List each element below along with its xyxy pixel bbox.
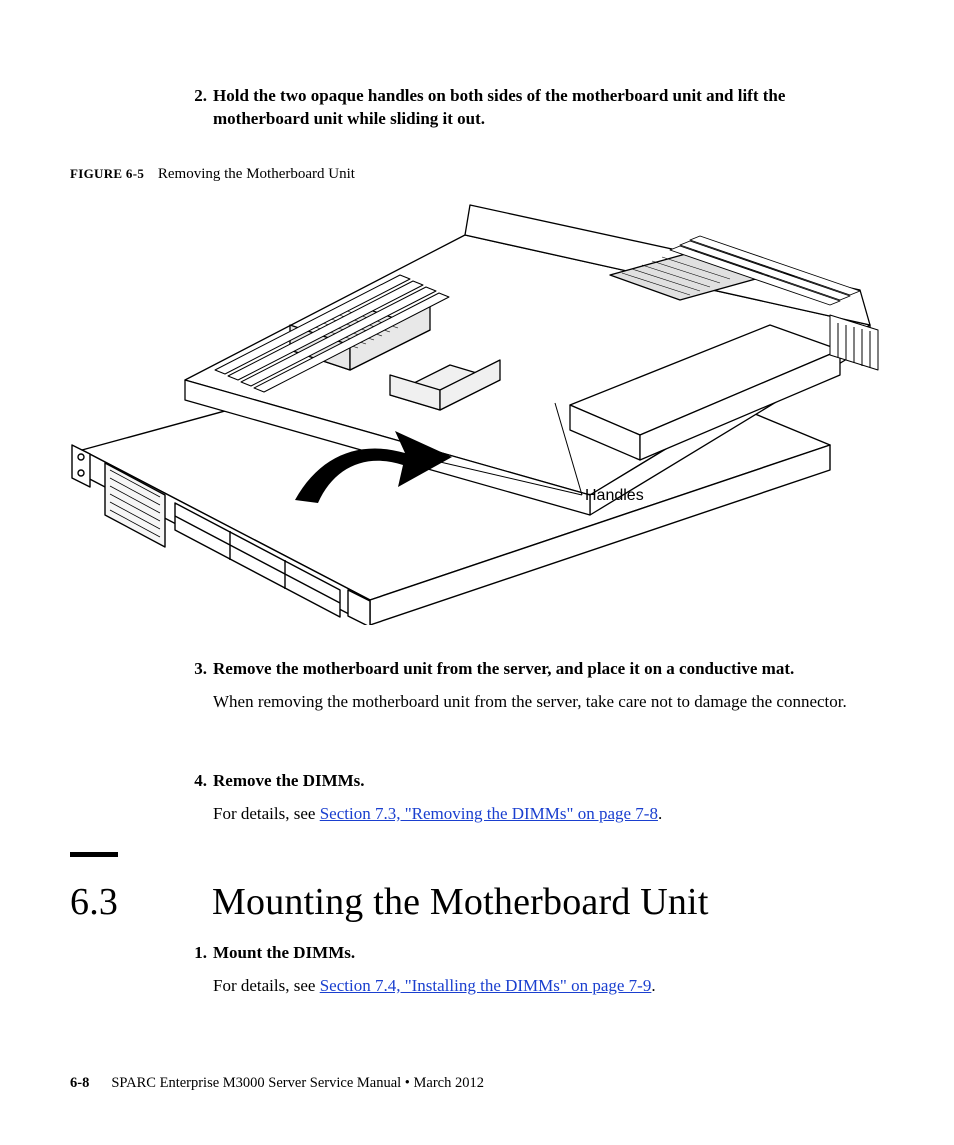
mount-step-1-body: Mount the DIMMs. For details, see Sectio… (213, 942, 870, 998)
figure-caption: FIGURE 6-5 Removing the Motherboard Unit (70, 166, 355, 183)
step-4-number: 4. (185, 770, 207, 793)
step-4-para: For details, see Section 7.3, "Removing … (213, 803, 870, 826)
step-3-body: Remove the motherboard unit from the ser… (213, 658, 870, 714)
step-2: 2. Hold the two opaque handles on both s… (185, 85, 865, 131)
step-2-text: Hold the two opaque handles on both side… (213, 85, 865, 131)
figure-title: Removing the Motherboard Unit (158, 166, 355, 182)
step-3: 3. Remove the motherboard unit from the … (185, 658, 870, 714)
link-installing-dimms[interactable]: Section 7.4, "Installing the DIMMs" on p… (320, 976, 652, 995)
mount-step-1-para: For details, see Section 7.4, "Installin… (213, 975, 870, 998)
step-4-suffix: . (658, 804, 662, 823)
section-number: 6.3 (70, 880, 212, 924)
link-removing-dimms[interactable]: Section 7.3, "Removing the DIMMs" on pag… (320, 804, 658, 823)
step-4-prefix: For details, see (213, 804, 320, 823)
step-3-number: 3. (185, 658, 207, 681)
mount-step-1-number: 1. (185, 942, 207, 965)
section-divider-rule (70, 852, 118, 857)
footer-title: SPARC Enterprise M3000 Server Service Ma… (111, 1075, 484, 1092)
page-footer: 6-8 SPARC Enterprise M3000 Server Servic… (70, 1075, 484, 1092)
step-2-number: 2. (185, 85, 207, 108)
section-heading-6-3: 6.3 Mounting the Motherboard Unit (70, 880, 709, 924)
step-4: 4. Remove the DIMMs. For details, see Se… (185, 770, 870, 826)
figure-6-5-illustration: Handles (70, 195, 880, 625)
mount-step-1-prefix: For details, see (213, 976, 320, 995)
section-title: Mounting the Motherboard Unit (212, 880, 709, 924)
mount-step-1: 1. Mount the DIMMs. For details, see Sec… (185, 942, 870, 998)
mount-step-1-suffix: . (651, 976, 655, 995)
step-4-bold: Remove the DIMMs. (213, 771, 365, 790)
mount-step-1-bold: Mount the DIMMs. (213, 943, 355, 962)
figure-id: FIGURE 6-5 (70, 166, 144, 181)
step-3-para: When removing the motherboard unit from … (213, 691, 870, 714)
callout-handles: Handles (585, 487, 644, 505)
page-number: 6-8 (70, 1075, 89, 1092)
step-4-body: Remove the DIMMs. For details, see Secti… (213, 770, 870, 826)
step-3-bold: Remove the motherboard unit from the ser… (213, 659, 794, 678)
